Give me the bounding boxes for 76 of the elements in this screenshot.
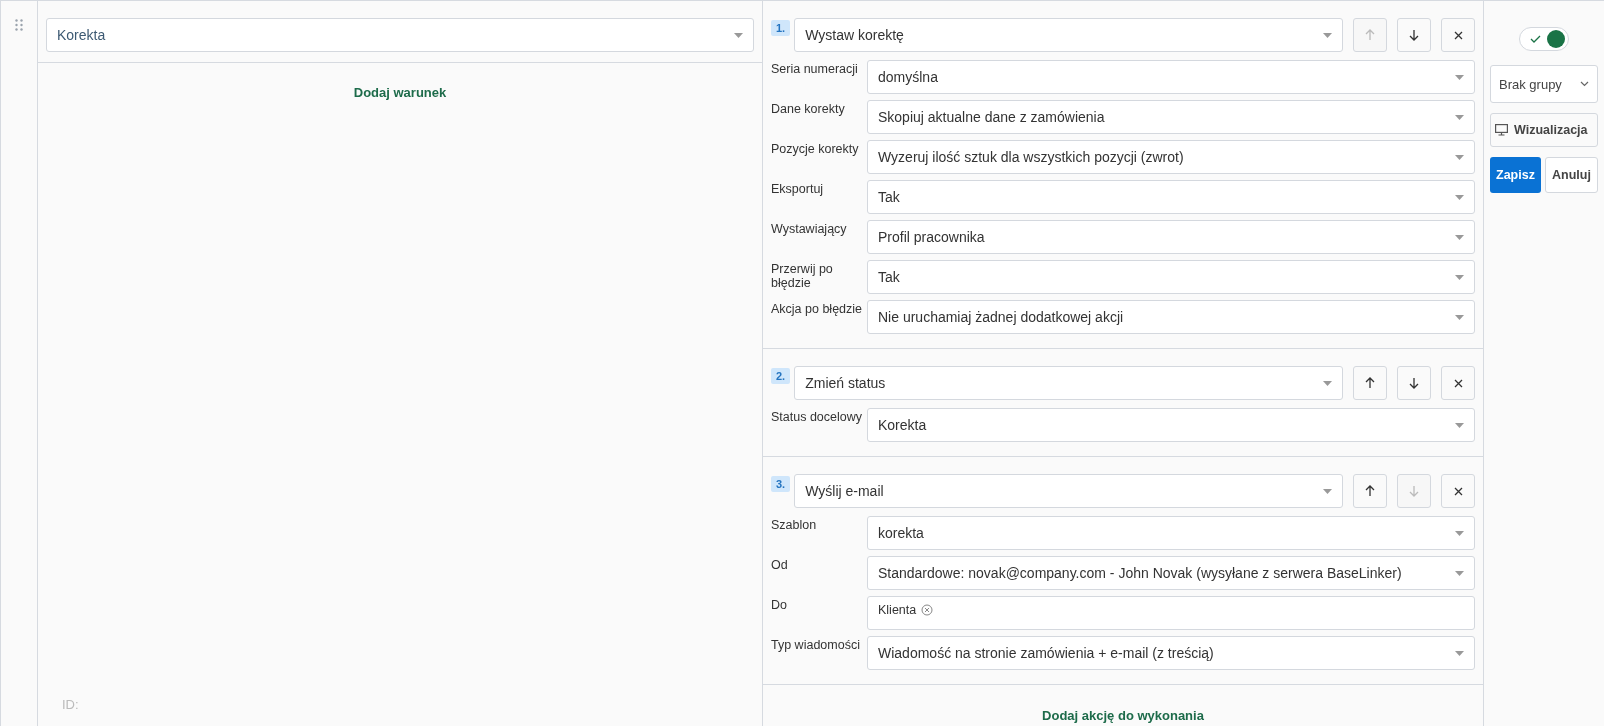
arrow-down-icon	[1409, 29, 1419, 41]
step-number-badge: 3.	[771, 476, 791, 492]
field-label: Pozycje korekty	[771, 141, 860, 157]
caret-icon	[1323, 488, 1332, 494]
drag-handle-icon[interactable]	[15, 19, 23, 31]
enabled-toggle[interactable]	[1519, 27, 1569, 51]
arrow-down-icon	[1409, 485, 1419, 497]
field-label: Seria numeracji	[771, 61, 859, 77]
remove-button[interactable]	[1441, 18, 1475, 52]
caret-icon	[1455, 194, 1464, 200]
option-select[interactable]: korekta	[867, 516, 1475, 550]
remove-tag-icon[interactable]	[921, 604, 934, 616]
move-down-button[interactable]	[1397, 366, 1431, 400]
close-icon	[1453, 30, 1463, 40]
option-select[interactable]: Profil pracownika	[867, 220, 1475, 254]
add-condition-link[interactable]: Dodaj warunek	[353, 85, 447, 100]
close-icon	[1453, 486, 1463, 496]
field-label: Szablon	[771, 517, 818, 533]
step-number-badge: 2.	[771, 368, 791, 384]
field-label: Dane korekty	[771, 101, 846, 117]
field-label: Przerwij po błędzie	[771, 261, 834, 291]
option-select[interactable]: Wiadomość na stronie zamówienia + e-mail (z treścią)	[867, 636, 1475, 670]
recipient-tag: Klienta	[878, 603, 917, 617]
caret-icon	[1323, 380, 1332, 386]
remove-button[interactable]	[1441, 366, 1475, 400]
caret-icon	[1455, 114, 1464, 120]
action-type-select[interactable]: Wystaw korektę	[794, 18, 1343, 52]
caret-icon	[734, 32, 743, 38]
option-select[interactable]: Korekta	[867, 408, 1475, 442]
arrow-down-icon	[1409, 377, 1419, 389]
caret-icon	[1455, 530, 1464, 536]
cancel-button[interactable]: Anuluj	[1544, 157, 1598, 193]
monitor-icon	[1495, 124, 1508, 136]
option-select[interactable]: Nie uruchamiaj żadnej dodatkowej akcji	[867, 300, 1475, 334]
field-label: Typ wiadomości	[771, 637, 861, 653]
caret-icon	[1455, 314, 1464, 320]
field-label: Status docelowy	[771, 409, 864, 425]
caret-icon	[1455, 274, 1464, 280]
option-select[interactable]: Skopiuj aktualne dane z zamówienia	[867, 100, 1475, 134]
action-type-select[interactable]: Zmień status	[794, 366, 1343, 400]
caret-icon	[1455, 234, 1464, 240]
caret-icon	[1455, 422, 1464, 428]
remove-button[interactable]	[1441, 474, 1475, 508]
id-label: ID:	[62, 697, 79, 712]
field-label: Od	[771, 557, 789, 573]
caret-icon	[1455, 154, 1464, 160]
arrow-up-icon	[1365, 485, 1375, 497]
visualization-button[interactable]: Wizualizacja	[1490, 113, 1598, 147]
action-type-select[interactable]: Wyślij e-mail	[794, 474, 1343, 508]
move-down-button[interactable]	[1397, 18, 1431, 52]
caret-icon	[1323, 32, 1332, 38]
check-icon	[1530, 35, 1541, 43]
recipient-tags-field[interactable]: Klienta	[867, 596, 1475, 630]
field-label: Do	[771, 597, 788, 613]
option-select[interactable]: domyślna	[867, 60, 1475, 94]
chevron-down-icon	[1580, 81, 1589, 87]
field-label: Akcja po błędzie	[771, 301, 864, 317]
step-number-badge: 1.	[771, 20, 791, 36]
caret-icon	[1455, 74, 1464, 80]
add-action-link[interactable]: Dodaj akcję do wykonania	[1042, 708, 1204, 723]
option-select[interactable]: Wyzeruj ilość sztuk dla wszystkich pozycji (zwrot)	[867, 140, 1475, 174]
option-select[interactable]: Standardowe: novak@company.com - John Novak (wysyłane z serwera BaseLinker)	[867, 556, 1475, 590]
arrow-up-icon	[1365, 377, 1375, 389]
move-up-button[interactable]	[1353, 366, 1387, 400]
group-select[interactable]: Brak grupy	[1490, 65, 1598, 103]
field-label: Wystawiający	[771, 221, 848, 237]
move-up-button[interactable]	[1353, 474, 1387, 508]
close-icon	[1453, 378, 1463, 388]
option-select[interactable]: Tak	[867, 260, 1475, 294]
field-label: Eksportuj	[771, 181, 825, 197]
trigger-select[interactable]: Korekta	[46, 18, 754, 52]
caret-icon	[1455, 570, 1464, 576]
caret-icon	[1455, 650, 1464, 656]
option-select[interactable]: Tak	[867, 180, 1475, 214]
arrow-up-icon	[1365, 29, 1375, 41]
save-button[interactable]: Zapisz	[1490, 157, 1541, 193]
